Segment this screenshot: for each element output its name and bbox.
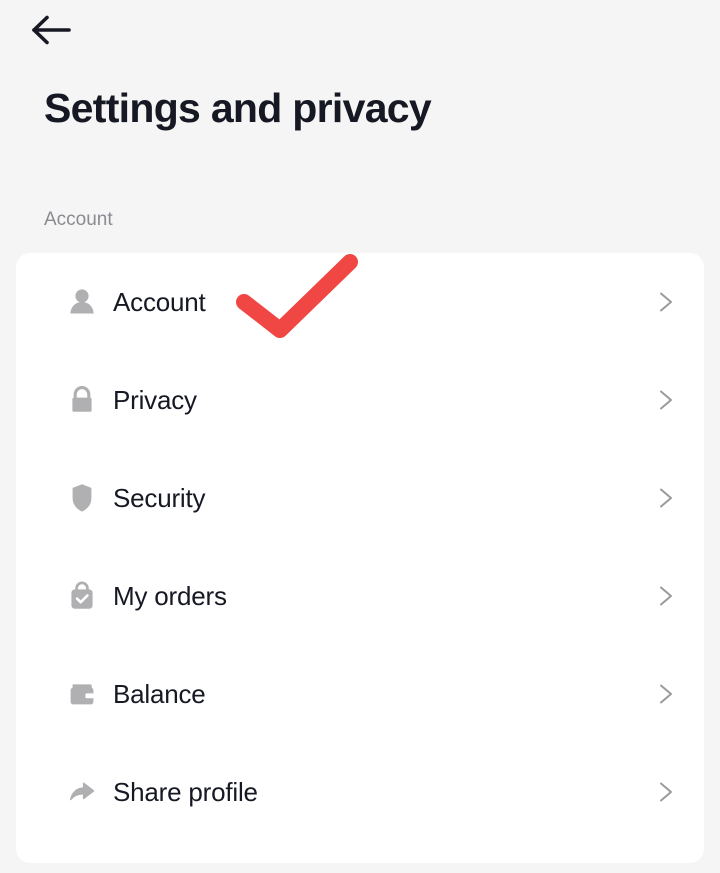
list-item-label: Account [113, 287, 206, 317]
wallet-icon [64, 676, 100, 712]
back-button[interactable] [26, 6, 78, 54]
chevron-right-icon[interactable] [648, 775, 682, 809]
list-item-label: Security [113, 483, 206, 513]
share-arrow-icon [64, 774, 100, 810]
chevron-right-icon[interactable] [648, 481, 682, 515]
list-item-label: Share profile [113, 777, 258, 807]
list-item-privacy[interactable]: Privacy [16, 351, 704, 449]
arrow-left-icon [32, 15, 71, 45]
list-item-label: Balance [113, 679, 206, 709]
list-item-label: Privacy [113, 385, 197, 415]
list-item-balance[interactable]: Balance [16, 645, 704, 743]
lock-icon [64, 382, 100, 418]
list-item-account[interactable]: Account [16, 253, 704, 351]
chevron-right-icon[interactable] [648, 285, 682, 319]
chevron-right-icon[interactable] [648, 579, 682, 613]
settings-card: Account Privacy Security My orders Balan… [16, 253, 704, 863]
list-item-security[interactable]: Security [16, 449, 704, 547]
chevron-right-icon[interactable] [648, 383, 682, 417]
top-bar [0, 0, 720, 62]
list-item-my-orders[interactable]: My orders [16, 547, 704, 645]
person-icon [64, 284, 100, 320]
settings-screen: Settings and privacy Account Account Pri… [0, 0, 720, 873]
list-item-label: My orders [113, 581, 227, 611]
section-header-account: Account [44, 209, 113, 230]
shopping-bag-check-icon [64, 578, 100, 614]
chevron-right-icon[interactable] [648, 677, 682, 711]
page-title: Settings and privacy [44, 85, 432, 131]
shield-icon [64, 480, 100, 516]
list-item-share-profile[interactable]: Share profile [16, 743, 704, 841]
